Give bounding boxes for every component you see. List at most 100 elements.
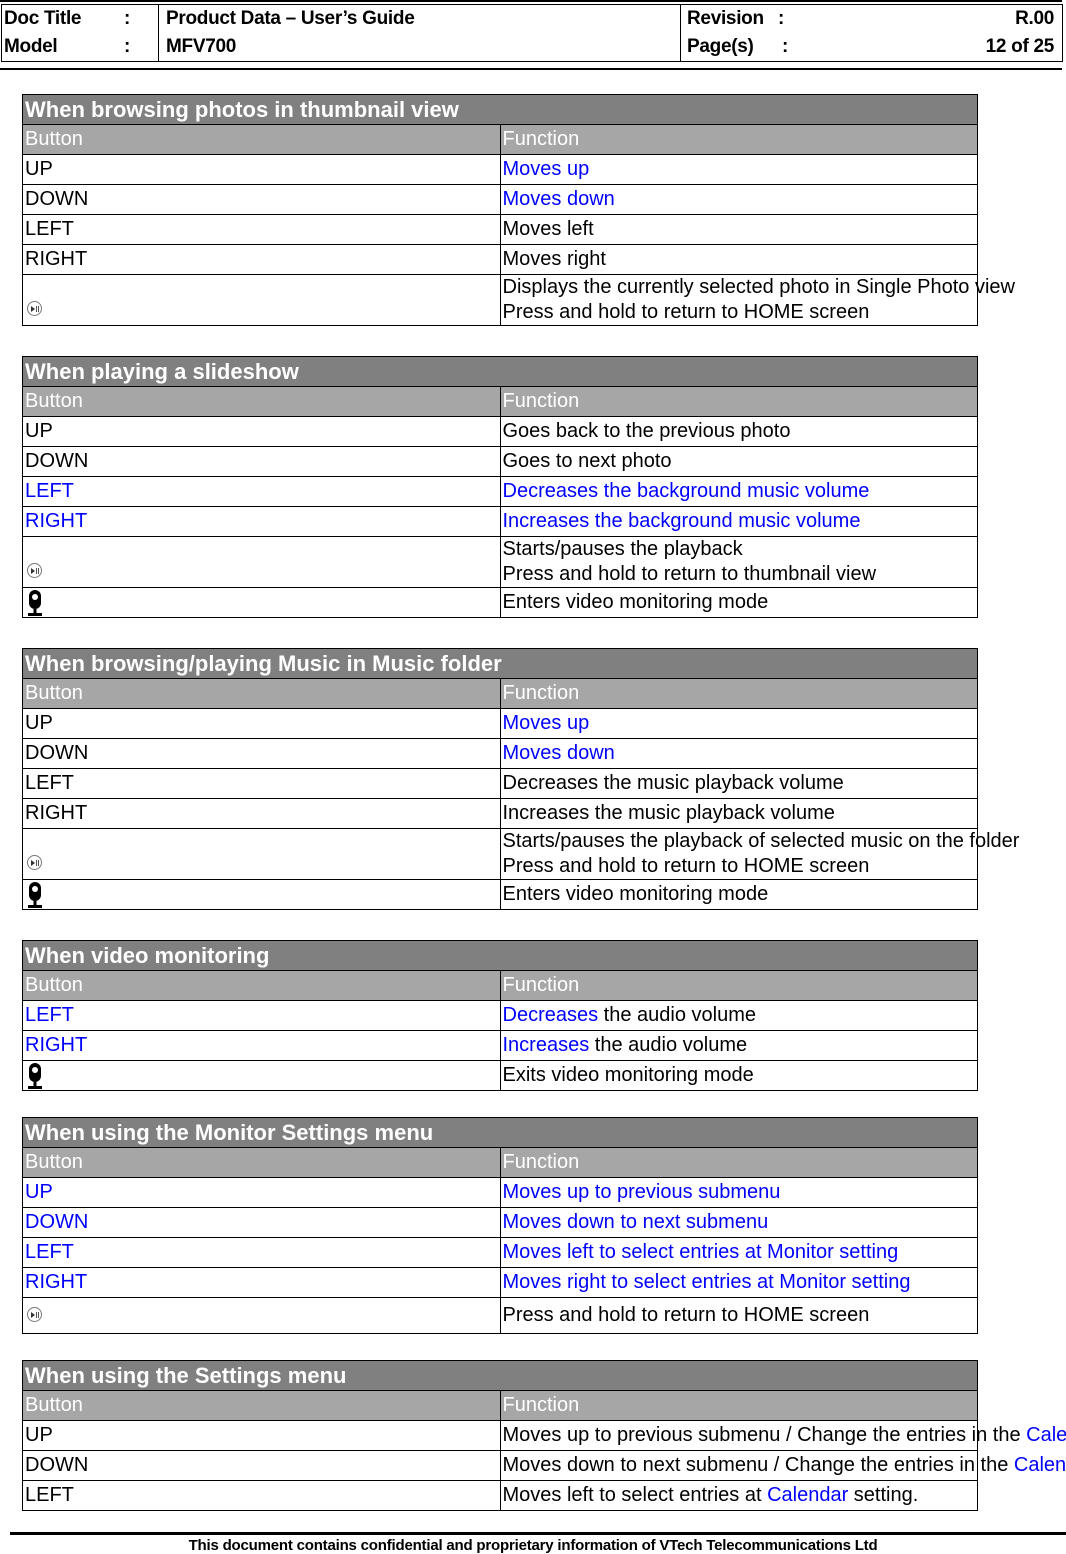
table-row: Exits video monitoring mode: [22, 1060, 978, 1091]
table-row: Starts/pauses the playback of selected m…: [22, 828, 1020, 880]
text-segment: Exits video monitoring mode: [502, 1064, 754, 1086]
column-header-button: Button: [22, 386, 501, 417]
description-line: Starts/pauses the playback of selected m…: [503, 829, 1020, 854]
header-box: [1, 4, 1063, 62]
function-description: Moves left: [499, 214, 978, 245]
section-table: When video monitoring Button Function LEFT D…: [22, 940, 978, 1091]
button-function-table: When playing a slideshow Button Function UP…: [22, 356, 978, 618]
text-segment: the audio volume: [589, 1034, 748, 1056]
play-pause-icon: [27, 1307, 42, 1323]
description-line: Moves up: [503, 155, 978, 184]
function-description: Moves down: [499, 738, 978, 769]
table-row: Starts/pauses the playback Press and hold…: [22, 536, 978, 588]
description-line: Moves down to next submenu: [503, 1208, 978, 1237]
button-name: DOWN: [22, 446, 501, 477]
function-description: Moves right: [499, 244, 978, 275]
header-divider: [680, 4, 681, 62]
function-description: Enters video monitoring mode: [499, 587, 978, 618]
table-row: LEFT Decreases the audio volume: [22, 1000, 978, 1031]
description-line: Moves left to select entries at Calendar…: [503, 1481, 978, 1510]
table-row: LEFT Moves left to select entries at Moni…: [22, 1237, 978, 1268]
function-description: Increases the background music volume: [499, 506, 978, 537]
description-line: Decreases the background music volume: [503, 477, 978, 506]
column-header-function: Function: [499, 678, 978, 709]
description-line: Moves left: [503, 215, 978, 244]
table-row: RIGHT Moves right to select entries at Mo…: [22, 1267, 978, 1298]
button-function-table: When video monitoring Button Function LEFT D…: [22, 940, 978, 1091]
description-line: Displays the currently selected photo in…: [503, 275, 1016, 300]
text-segment: Decreases the music playback volume: [502, 772, 844, 794]
camera-icon: [28, 1062, 42, 1089]
section-title: When browsing/playing Music in Music fol…: [22, 648, 978, 679]
function-description: Goes back to the previous photo: [499, 416, 978, 447]
column-header-function: Function: [499, 1390, 978, 1421]
function-description: Moves up to previous submenu: [499, 1177, 978, 1208]
section-table: When playing a slideshow Button Function UP…: [22, 356, 978, 618]
highlighted-text: Increases the background music volume: [502, 510, 861, 532]
button-name: DOWN: [22, 1450, 501, 1481]
highlighted-text: Moves up: [502, 158, 590, 180]
section-title: When using the Monitor Settings menu: [22, 1117, 978, 1148]
text-segment: Press and hold to return to HOME screen: [502, 301, 870, 323]
table-row: UP Moves up: [22, 708, 978, 739]
function-description: Moves down: [499, 184, 978, 215]
text-segment: Moves down to next submenu / Change the …: [502, 1454, 1014, 1476]
description-line: Increases the background music volume: [503, 507, 978, 536]
table-row: Enters video monitoring mode: [22, 879, 978, 910]
column-header-button: Button: [22, 678, 501, 709]
function-description: Decreases the background music volume: [499, 476, 978, 507]
text-segment: Moves up to previous submenu / Change th…: [502, 1424, 1027, 1446]
colon: :: [778, 8, 785, 29]
description-line: Press and hold to return to HOME screen: [503, 1298, 978, 1333]
function-description: Moves left to select entries at Monitor …: [499, 1237, 978, 1268]
button-name: LEFT: [22, 768, 501, 799]
button-cell: [22, 828, 501, 880]
description-line: Press and hold to return to HOME screen: [503, 854, 978, 879]
description-line: Increases the audio volume: [503, 1031, 978, 1060]
footer-confidential-notice: This document contains confidential and …: [188, 1537, 878, 1554]
button-name: LEFT: [22, 1237, 501, 1268]
play-pause-icon: [27, 563, 42, 579]
function-description: Enters video monitoring mode: [499, 879, 978, 910]
pages-value: 12 of 25: [985, 36, 1055, 57]
function-description: Exits video monitoring mode: [499, 1060, 978, 1091]
text-segment: Increases the music playback volume: [502, 802, 835, 824]
button-name: DOWN: [22, 184, 501, 215]
button-name: RIGHT: [22, 1267, 501, 1298]
description-line: Goes back to the previous photo: [503, 417, 978, 446]
button-name: LEFT: [22, 1000, 501, 1031]
button-name: UP: [22, 1420, 501, 1451]
button-name: DOWN: [22, 1207, 501, 1238]
function-description: Goes to next photo: [499, 446, 978, 477]
table-row: LEFT Decreases the music playback volume: [22, 768, 978, 799]
function-description: Moves down to next submenu: [499, 1207, 978, 1238]
function-description: Increases the audio volume: [499, 1030, 978, 1061]
column-header-function: Function: [499, 1147, 978, 1178]
section-table: When using the Monitor Settings menu Butt…: [22, 1117, 978, 1334]
button-name: UP: [22, 154, 501, 185]
highlighted-text: Moves up to previous submenu: [502, 1181, 781, 1203]
function-description: Decreases the music playback volume: [499, 768, 978, 799]
highlighted-text: Decreases the background music volume: [502, 480, 870, 502]
description-line: Moves down: [503, 185, 978, 214]
text-segment: Displays the currently selected photo in…: [502, 276, 1016, 298]
button-name: RIGHT: [22, 798, 501, 829]
text-segment: Goes to next photo: [502, 450, 672, 472]
play-pause-icon: [27, 301, 42, 317]
function-description: Moves down to next submenu / Change the …: [499, 1450, 1066, 1481]
table-row: UP Moves up to previous submenu / Change …: [22, 1420, 1066, 1451]
button-name: UP: [22, 1177, 501, 1208]
description-line: Decreases the audio volume: [503, 1001, 978, 1030]
function-description: Moves up to previous submenu / Change th…: [499, 1420, 1066, 1451]
header-divider: [158, 4, 159, 62]
button-cell: [22, 879, 501, 910]
doc-title: Product Data – User’s Guide: [166, 8, 415, 29]
table-row: DOWN Moves down: [22, 738, 978, 769]
function-description: Starts/pauses the playback Press and hold…: [499, 536, 978, 588]
button-name: DOWN: [22, 738, 501, 769]
column-header-button: Button: [22, 1147, 501, 1178]
button-name: LEFT: [22, 214, 501, 245]
text-segment: the audio volume: [598, 1004, 756, 1026]
colon: :: [124, 36, 131, 57]
text-segment: Press and hold to return to thumbnail vi…: [502, 563, 877, 585]
